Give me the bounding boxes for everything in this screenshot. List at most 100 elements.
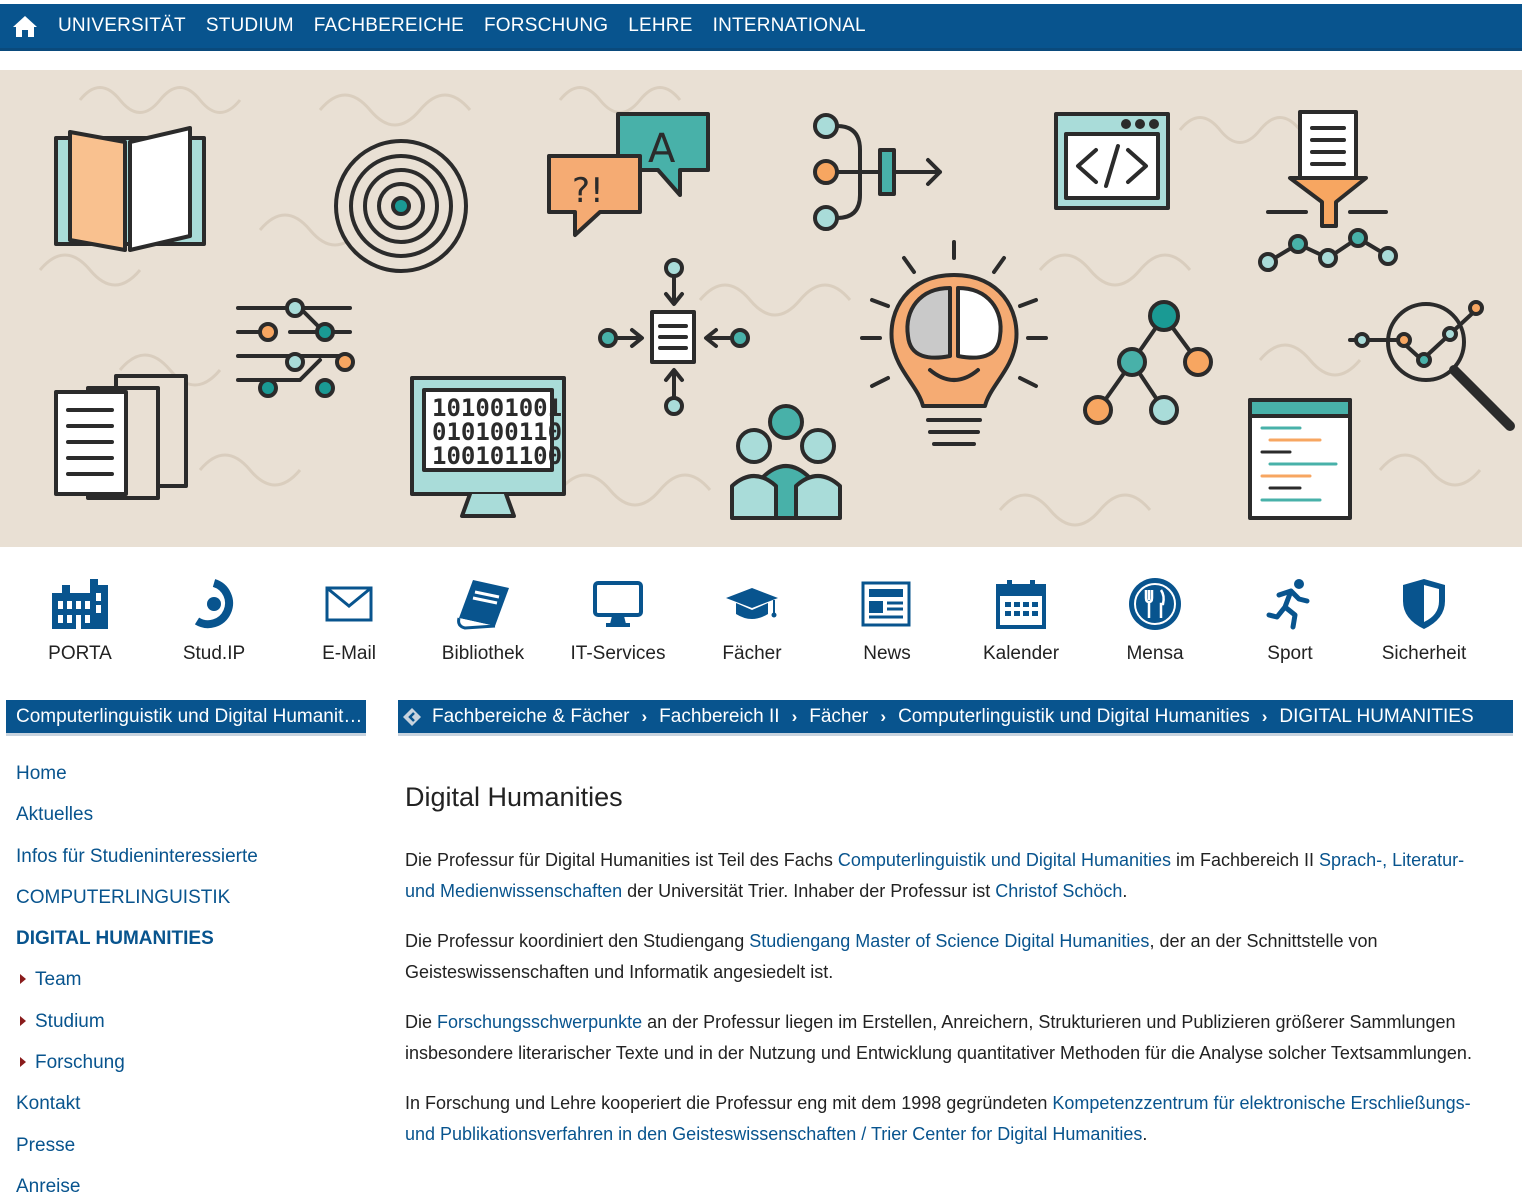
quicklink-bibliothek[interactable]: Bibliothek [416,570,550,665]
sidebar-item-label: Team [35,969,82,991]
sidebar-item-presse[interactable]: Presse [16,1128,366,1169]
breadcrumb-fachbereich-ii[interactable]: Fachbereich II [659,706,779,728]
quicklink-label: Sport [1267,643,1313,664]
text: Die [405,1012,438,1032]
link-master-digital-humanities[interactable]: Studiengang Master of Science Digital Hu… [749,931,1149,951]
breadcrumb-diamond-icon [398,700,426,733]
breadcrumb-current: DIGITAL HUMANITIES [1279,705,1474,727]
chevron-right-icon: › [791,706,798,726]
caret-right-icon [20,974,26,985]
caret-right-icon [20,1015,26,1026]
paragraph-1: Die Professur für Digital Humanities ist… [405,845,1495,907]
sidebar-item-kontakt[interactable]: Kontakt [16,1086,366,1127]
bubble-a-text: A [648,126,676,172]
monitor-icon [551,570,685,638]
hero-banner: A ?! 101001001 010100110 100101100 [0,70,1522,547]
quicklink-label: IT-Services [570,643,666,664]
calendar-icon [954,570,1088,638]
quicklink-news[interactable]: News [820,570,954,665]
studip-icon [147,570,281,638]
sidebar-heading[interactable]: Computerlinguistik und Digital Humanitie… [6,700,366,736]
runner-icon [1223,570,1357,638]
text: im Fachbereich II [1170,850,1320,870]
lightbulb-brain-icon [860,240,1048,446]
text: . [1142,1124,1148,1144]
people-group-icon [730,404,842,520]
topnav-international[interactable]: INTERNATIONAL [703,4,876,48]
workflow-icon [813,113,942,231]
breadcrumb-faecher[interactable]: Fächer [809,706,868,728]
magnifier-chart-icon [1348,300,1515,431]
text: . [1122,881,1128,901]
quicklink-label: Bibliothek [441,643,525,664]
quicklink-label: Stud.IP [182,643,246,664]
quicklink-label: PORTA [48,643,112,664]
cutlery-icon [1088,570,1222,638]
code-window-icon [1054,112,1170,210]
home-icon[interactable] [2,4,48,48]
quicklink-label: Kalender [982,643,1060,664]
quicklink-sport[interactable]: Sport [1223,570,1357,665]
building-icon [13,570,147,638]
chevron-right-icon: › [641,706,648,726]
labyrinth-icon [334,139,468,273]
text: der Universität Trier. Inhaber der Profe… [622,881,996,901]
open-book-icon [54,126,206,252]
link-christof-schoech[interactable]: Christof Schöch [995,881,1122,901]
topnav-studium[interactable]: STUDIUM [196,4,304,48]
top-navigation: UNIVERSITÄT STUDIUM FACHBEREICHE FORSCHU… [0,4,1522,51]
sidebar-item-home[interactable]: Home [16,756,366,797]
quicklink-kalender[interactable]: Kalender [954,570,1088,665]
caret-right-icon [20,1057,26,1068]
quicklink-label: Mensa [1126,643,1184,664]
quicklink-sicherheit[interactable]: Sicherheit [1357,570,1491,665]
sidebar-item-anreise[interactable]: Anreise [16,1169,366,1199]
topnav-fachbereiche[interactable]: FACHBEREICHE [304,4,474,48]
breadcrumb: Fachbereiche & Fächer › Fachbereich II ›… [398,700,1513,736]
quicklink-label: News [863,643,911,664]
main-content: Digital Humanities Die Professur für Dig… [405,782,1495,1169]
circuit-icon [236,298,355,398]
chevron-right-icon: › [1261,706,1268,726]
quicklink-porta[interactable]: PORTA [13,570,147,665]
newspaper-icon [820,570,954,638]
text: Die Professur koordiniert den Studiengan… [405,931,750,951]
shield-icon [1357,570,1491,638]
quicklink-email[interactable]: E-Mail [282,570,416,665]
sidebar-item-studium[interactable]: Studium [16,1004,366,1045]
sidebar-item-forschung[interactable]: Forschung [16,1045,366,1086]
quicklink-studip[interactable]: Stud.IP [147,570,281,665]
code-list-icon [1248,398,1352,520]
sidebar-item-aktuelles[interactable]: Aktuelles [16,797,366,838]
document-funnel-icon [1258,110,1398,272]
quick-links: PORTA Stud.IP E-Mail Bibliothek IT-Servi… [0,570,1522,680]
sidebar-item-team[interactable]: Team [16,962,366,1003]
link-forschungsschwerpunkte[interactable]: Forschungsschwerpunkte [437,1012,642,1032]
sidebar-item-computerlinguistik[interactable]: COMPUTERLINGUISTIK [16,880,366,921]
quicklink-it-services[interactable]: IT-Services [551,570,685,665]
page-title: Digital Humanities [405,782,623,812]
paragraph-4: In Forschung und Lehre kooperiert die Pr… [405,1088,1495,1150]
topnav-universitaet[interactable]: UNIVERSITÄT [48,4,196,48]
topnav-lehre[interactable]: LEHRE [618,4,702,48]
breadcrumb-fachbereiche-faecher[interactable]: Fachbereiche & Fächer [432,706,630,728]
sidebar-item-studieninteressierte[interactable]: Infos für Studieninteressierte [16,839,366,880]
quicklink-faecher[interactable]: Fächer [685,570,819,665]
paragraph-2: Die Professur koordiniert den Studiengan… [405,926,1495,988]
sidebar-item-label: Studium [35,1010,105,1032]
graduation-cap-icon [685,570,819,638]
paragraph-3: Die Forschungsschwerpunkte an der Profes… [405,1007,1495,1069]
breadcrumb-cl-dh[interactable]: Computerlinguistik und Digital Humanitie… [898,706,1250,728]
hero-illustration: A ?! 101001001 010100110 100101100 [38,86,1515,527]
text: In Forschung und Lehre kooperiert die Pr… [405,1093,1053,1113]
quicklink-mensa[interactable]: Mensa [1088,570,1222,665]
sidebar-nav: Home Aktuelles Infos für Studieninteress… [16,756,366,1199]
book-icon [416,570,550,638]
quicklink-label: Fächer [722,643,782,664]
sidebar-item-digital-humanities[interactable]: DIGITAL HUMANITIES [16,921,366,962]
binary-line-3: 100101100 [432,442,562,470]
link-cl-dh[interactable]: Computerlinguistik und Digital Humanitie… [838,850,1171,870]
topnav-forschung[interactable]: FORSCHUNG [474,4,618,48]
quicklink-label: Sicherheit [1381,643,1467,664]
tree-graph-icon [1083,300,1213,425]
